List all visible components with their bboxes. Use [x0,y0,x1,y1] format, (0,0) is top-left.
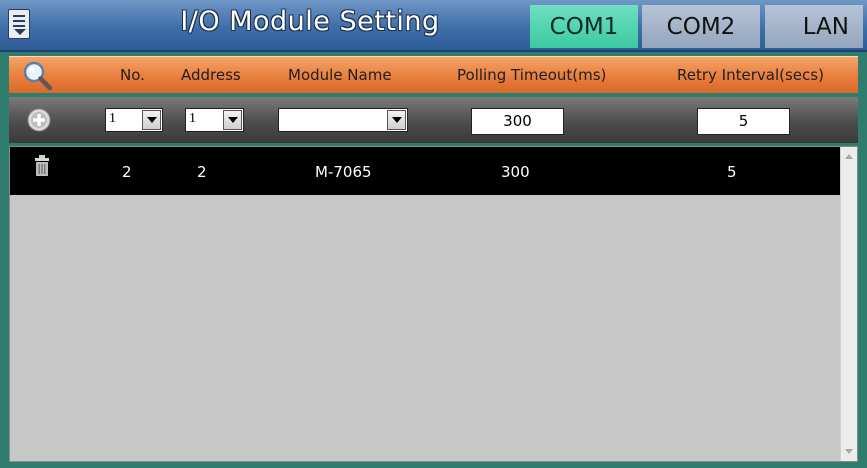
page-title: I/O Module Setting [180,6,440,37]
column-header: No. Address Module Name Polling Timeout(… [9,56,858,93]
trash-icon[interactable] [34,155,50,177]
address-select-value: 1 [189,111,196,126]
no-select[interactable]: 1 [105,108,163,132]
row-module-name: M-7065 [315,163,372,181]
row-retry-interval: 5 [727,163,737,181]
column-module-name: Module Name [288,66,392,84]
tab-com1[interactable]: COM1 [530,5,638,48]
vertical-scrollbar[interactable] [840,147,857,461]
column-address: Address [181,66,241,84]
address-select[interactable]: 1 [185,108,244,132]
polling-timeout-input[interactable]: 300 [471,108,564,135]
retry-interval-input[interactable]: 5 [697,108,790,135]
module-name-select[interactable] [278,108,408,132]
chevron-down-icon[interactable] [387,110,406,130]
tab-lan[interactable]: LAN [765,5,863,48]
no-select-value: 1 [109,111,116,126]
row-polling-timeout: 300 [501,163,530,181]
module-list: 2 2 M-7065 300 5 [9,146,858,462]
row-address: 2 [197,163,207,181]
new-module-row: 1 1 300 5 [9,97,858,143]
column-polling-timeout: Polling Timeout(ms) [457,66,607,84]
tab-com2[interactable]: COM2 [642,5,760,48]
chevron-down-icon[interactable] [223,110,242,130]
table-row[interactable]: 2 2 M-7065 300 5 [10,147,841,195]
row-no: 2 [122,163,132,181]
column-retry-interval: Retry Interval(secs) [677,66,824,84]
add-icon[interactable] [27,108,51,132]
scroll-up-icon[interactable] [845,154,853,159]
column-no: No. [120,66,145,84]
scroll-down-icon[interactable] [845,449,853,454]
search-icon[interactable] [21,60,53,92]
menu-icon[interactable] [8,9,30,39]
title-bar: I/O Module Setting COM1 COM2 LAN [0,0,867,52]
chevron-down-icon[interactable] [142,110,161,130]
